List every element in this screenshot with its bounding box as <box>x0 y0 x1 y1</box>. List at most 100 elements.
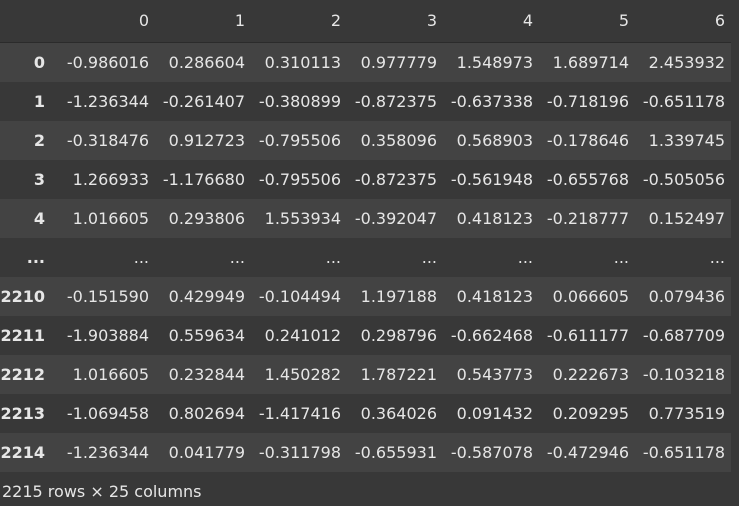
table-cell: 0.418123 <box>456 287 533 306</box>
table-cell: -0.178646 <box>546 131 629 150</box>
table-cell: 0.286604 <box>168 53 245 72</box>
table-cell: 0.429949 <box>168 287 245 306</box>
table-cell: 2.453932 <box>648 53 725 72</box>
table-row: 2210 -0.151590 0.429949 -0.104494 1.197188 0.… <box>0 277 731 316</box>
table-cell: 1.016605 <box>72 209 149 228</box>
table-cell: 0.912723 <box>168 131 245 150</box>
table-cell: -0.651178 <box>642 92 725 111</box>
table-cell: -0.318476 <box>66 131 149 150</box>
table-cell: ... <box>421 248 437 267</box>
table-cell: 1.689714 <box>552 53 629 72</box>
table-cell: -0.655768 <box>546 170 629 189</box>
table-cell: ... <box>229 248 245 267</box>
table-cell: -0.311798 <box>258 443 341 462</box>
table-cell: 0.773519 <box>648 404 725 423</box>
table-cell: -1.903884 <box>66 326 149 345</box>
table-cell: -0.637338 <box>450 92 533 111</box>
table-cell: 0.041779 <box>168 443 245 462</box>
table-cell: ... <box>325 248 341 267</box>
table-cell: -0.505056 <box>642 170 725 189</box>
dataframe-output: 0123456 0 -0.986016 0.286604 0.310113 0.9777… <box>0 0 739 501</box>
table-cell: -0.687709 <box>642 326 725 345</box>
table-cell: -1.417416 <box>258 404 341 423</box>
table-cell: -1.069458 <box>66 404 149 423</box>
table-cell: 0.091432 <box>456 404 533 423</box>
table-cell: -0.151590 <box>66 287 149 306</box>
table-cell: 0.079436 <box>648 287 725 306</box>
table-cell: ... <box>709 248 725 267</box>
table-cell: -1.236344 <box>66 443 149 462</box>
column-header: 5 <box>539 0 635 43</box>
table-body: 0 -0.986016 0.286604 0.310113 0.977779 1.5489… <box>0 42 731 472</box>
table-cell: 0.232844 <box>168 365 245 384</box>
table-cell: 0.209295 <box>552 404 629 423</box>
table-cell: -0.872375 <box>354 170 437 189</box>
table-cell: -0.655931 <box>354 443 437 462</box>
dataframe-table: 0123456 0 -0.986016 0.286604 0.310113 0.9777… <box>0 0 731 472</box>
table-cell: 1.197188 <box>360 287 437 306</box>
row-index: 2214 <box>0 443 45 462</box>
table-row: 3 1.266933 -1.176680 -0.795506 -0.872375 -0.5… <box>0 160 731 199</box>
table-cell: 1.553934 <box>264 209 341 228</box>
row-index: 2212 <box>0 365 45 384</box>
table-cell: 1.787221 <box>360 365 437 384</box>
column-header: 1 <box>155 0 251 43</box>
table-cell: -0.651178 <box>642 443 725 462</box>
row-index: 2210 <box>0 287 45 306</box>
row-index: ... <box>26 248 45 267</box>
table-cell: 1.548973 <box>456 53 533 72</box>
table-cell: -1.176680 <box>162 170 245 189</box>
table-cell: -0.872375 <box>354 92 437 111</box>
table-header: 0123456 <box>0 0 731 43</box>
table-cell: -0.472946 <box>546 443 629 462</box>
column-header: 4 <box>443 0 539 43</box>
table-row: 2211 -1.903884 0.559634 0.241012 0.298796 -0.… <box>0 316 731 355</box>
table-cell: 0.310113 <box>264 53 341 72</box>
table-cell: -0.986016 <box>66 53 149 72</box>
table-cell: 1.266933 <box>72 170 149 189</box>
row-index: 3 <box>33 170 45 189</box>
table-row: 2214 -1.236344 0.041779 -0.311798 -0.655931 -… <box>0 433 731 472</box>
header-row: 0123456 <box>0 0 731 43</box>
table-cell: 0.802694 <box>168 404 245 423</box>
column-header: 2 <box>251 0 347 43</box>
table-cell: 0.418123 <box>456 209 533 228</box>
row-index: 1 <box>33 92 45 111</box>
row-index: 2 <box>33 131 45 150</box>
table-cell: 0.543773 <box>456 365 533 384</box>
row-index: 0 <box>33 53 45 72</box>
table-cell: ... <box>517 248 533 267</box>
table-cell: 0.293806 <box>168 209 245 228</box>
table-cell: 0.568903 <box>456 131 533 150</box>
table-cell: -0.392047 <box>354 209 437 228</box>
table-cell: 0.298796 <box>360 326 437 345</box>
table-cell: ... <box>613 248 629 267</box>
table-cell: -0.662468 <box>450 326 533 345</box>
table-row: 2212 1.016605 0.232844 1.450282 1.787221 0.54… <box>0 355 731 394</box>
table-cell: -0.795506 <box>258 131 341 150</box>
table-cell: -0.218777 <box>546 209 629 228</box>
table-cell: -1.236344 <box>66 92 149 111</box>
row-index: 2213 <box>0 404 45 423</box>
table-cell: 0.364026 <box>360 404 437 423</box>
table-row: 2 -0.318476 0.912723 -0.795506 0.358096 0.568… <box>0 121 731 160</box>
table-cell: -0.795506 <box>258 170 341 189</box>
table-cell: -0.261407 <box>162 92 245 111</box>
table-cell: 1.339745 <box>648 131 725 150</box>
table-cell: 0.358096 <box>360 131 437 150</box>
index-column-header <box>0 0 53 43</box>
table-cell: 0.066605 <box>552 287 629 306</box>
table-cell: 0.222673 <box>552 365 629 384</box>
table-cell: 1.450282 <box>264 365 341 384</box>
row-index: 4 <box>33 209 45 228</box>
table-row: 1 -1.236344 -0.261407 -0.380899 -0.872375 -0.… <box>0 82 731 121</box>
table-cell: -0.104494 <box>258 287 341 306</box>
table-row: 4 1.016605 0.293806 1.553934 -0.392047 0.4181… <box>0 199 731 238</box>
table-cell: 0.152497 <box>648 209 725 228</box>
column-header: 3 <box>347 0 443 43</box>
table-cell: -0.103218 <box>642 365 725 384</box>
table-cell: 0.559634 <box>168 326 245 345</box>
table-cell: -0.718196 <box>546 92 629 111</box>
table-cell: 1.016605 <box>72 365 149 384</box>
table-cell: -0.380899 <box>258 92 341 111</box>
